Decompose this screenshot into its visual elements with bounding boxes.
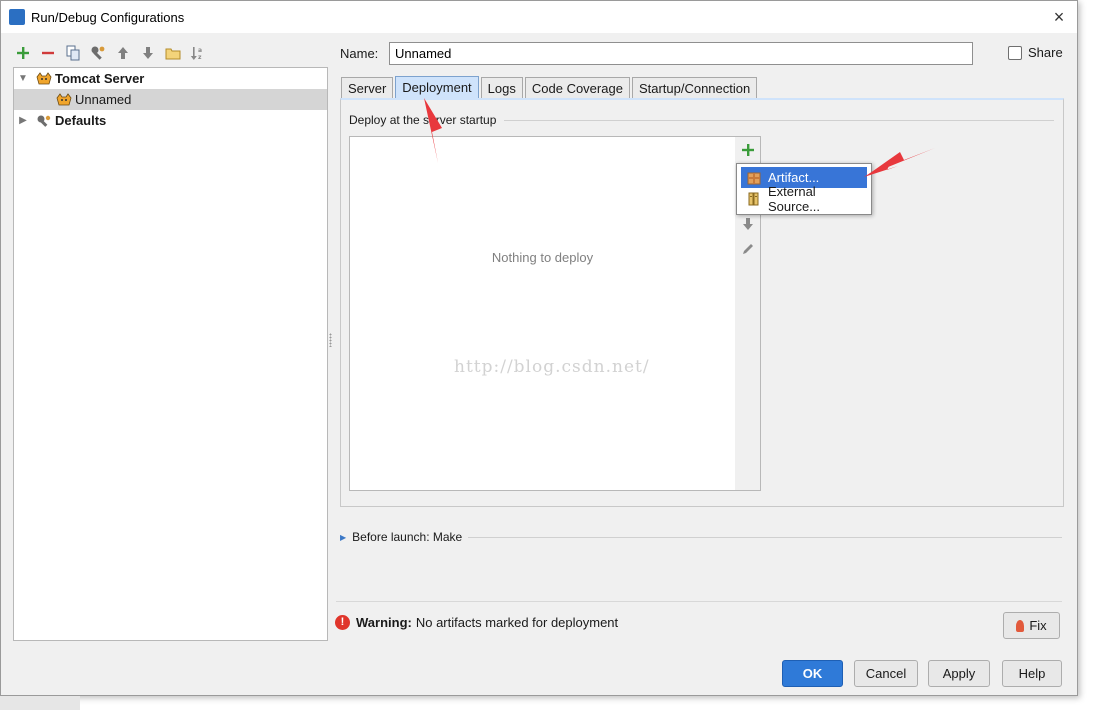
- run-debug-dialog: Run/Debug Configurations × az ▼ Tomcat S…: [0, 0, 1078, 696]
- expand-arrow-icon[interactable]: ▼: [16, 73, 30, 84]
- share-label: Share: [1028, 45, 1063, 60]
- ok-button[interactable]: OK: [782, 660, 843, 687]
- section-title: Deploy at the server startup: [349, 113, 1054, 127]
- svg-text:z: z: [198, 54, 202, 61]
- copy-icon[interactable]: [65, 45, 81, 61]
- bulb-icon: [1016, 619, 1025, 632]
- before-launch-label: Before launch: Make: [352, 530, 463, 544]
- tab-code-coverage[interactable]: Code Coverage: [524, 77, 630, 99]
- menu-item-external-source[interactable]: External Source...: [741, 184, 867, 214]
- help-button[interactable]: Help: [1002, 660, 1062, 687]
- fix-label: Fix: [1029, 618, 1047, 633]
- svg-text:a: a: [198, 47, 202, 54]
- warning-message: ! Warning: No artifacts marked for deplo…: [335, 615, 618, 630]
- share-checkbox[interactable]: [1008, 45, 1022, 60]
- expand-arrow-icon[interactable]: ▶: [340, 533, 346, 542]
- watermark-text: http://blog.csdn.net/: [454, 357, 650, 377]
- tree-item-label: Unnamed: [75, 92, 132, 107]
- move-down-icon[interactable]: [140, 45, 156, 61]
- edit-pencil-icon[interactable]: [740, 242, 756, 258]
- tab-logs[interactable]: Logs: [480, 77, 523, 99]
- warning-title: Warning:: [356, 615, 412, 630]
- apply-button[interactable]: Apply: [928, 660, 990, 687]
- deploy-section-label: Deploy at the server startup: [349, 113, 497, 127]
- add-icon[interactable]: [740, 143, 756, 159]
- fix-button[interactable]: Fix: [1003, 612, 1060, 639]
- cancel-button[interactable]: Cancel: [854, 660, 918, 687]
- name-label: Name:: [340, 46, 379, 61]
- deployment-list[interactable]: Nothing to deploy http://blog.csdn.net/: [349, 136, 736, 491]
- tab-startup-connection[interactable]: Startup/Connection: [631, 77, 758, 99]
- tree-item-defaults[interactable]: ▶ Defaults: [14, 110, 327, 131]
- add-icon[interactable]: [15, 45, 31, 61]
- move-up-icon[interactable]: [115, 45, 131, 61]
- move-down-icon[interactable]: [740, 217, 756, 233]
- error-icon: !: [335, 615, 350, 630]
- collapse-arrow-icon[interactable]: ▶: [16, 115, 30, 126]
- tree-item-unnamed[interactable]: Unnamed: [14, 89, 327, 110]
- sort-icon[interactable]: az: [190, 45, 206, 61]
- intellij-app-icon: [9, 9, 25, 25]
- wrench-icon: [36, 114, 52, 128]
- tomcat-icon: [56, 92, 72, 107]
- config-tree: ▼ Tomcat Server Unnamed ▶ Defaults: [13, 67, 328, 641]
- title-bar: Run/Debug Configurations ×: [1, 1, 1077, 33]
- tree-item-tomcat-server[interactable]: ▼ Tomcat Server: [14, 68, 327, 89]
- config-toolbar: az: [15, 43, 206, 63]
- config-tabs: Server Deployment Logs Code Coverage Sta…: [341, 76, 759, 99]
- tab-server[interactable]: Server: [341, 77, 394, 99]
- tab-deployment[interactable]: Deployment: [395, 76, 479, 99]
- divider: [336, 601, 1062, 602]
- warning-text: No artifacts marked for deployment: [415, 615, 619, 630]
- close-button[interactable]: ×: [1049, 7, 1069, 27]
- share-option[interactable]: Share: [1008, 45, 1063, 60]
- artifact-icon: [747, 171, 761, 185]
- remove-icon[interactable]: [40, 45, 56, 61]
- name-input[interactable]: [389, 42, 973, 65]
- window-title: Run/Debug Configurations: [31, 9, 185, 25]
- tree-item-label: Tomcat Server: [55, 71, 145, 86]
- wrench-icon[interactable]: [90, 45, 106, 61]
- background-strip: [0, 696, 80, 710]
- before-launch-section[interactable]: ▶ Before launch: Make: [340, 530, 1062, 544]
- menu-item-label: External Source...: [768, 183, 821, 214]
- splitter-handle[interactable]: [329, 333, 332, 347]
- add-deployment-popup: Artifact... External Source...: [736, 163, 872, 215]
- folder-icon[interactable]: [165, 45, 181, 61]
- empty-list-text: Nothing to deploy: [491, 250, 594, 265]
- tree-item-label: Defaults: [55, 113, 107, 128]
- external-source-icon: [747, 192, 761, 206]
- tomcat-icon: [36, 71, 52, 86]
